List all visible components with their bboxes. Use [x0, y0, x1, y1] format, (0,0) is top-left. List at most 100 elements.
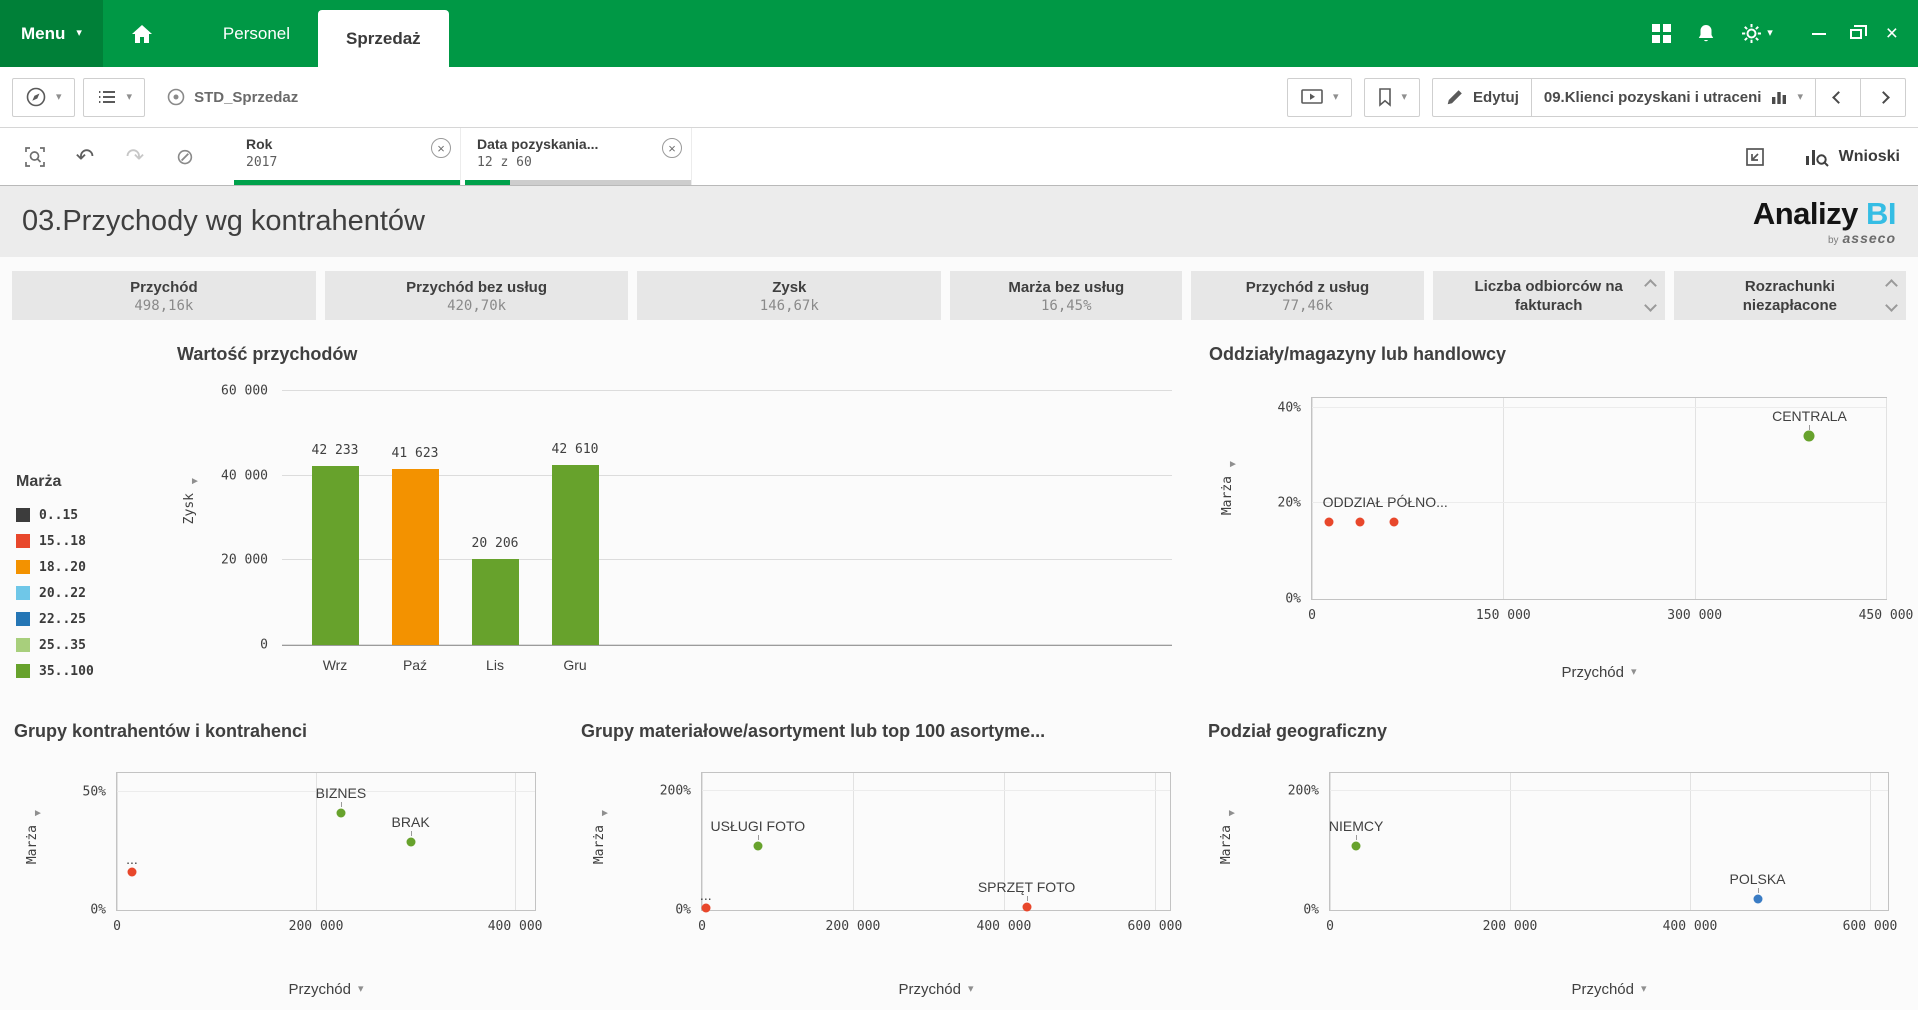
axis-scroll-arrow[interactable]: ►	[190, 476, 200, 487]
x-axis-tick: 200 000	[288, 919, 344, 934]
scatter-point-POLSKA[interactable]	[1753, 894, 1762, 904]
chevron-down-icon[interactable]	[1885, 299, 1898, 312]
edit-button[interactable]: Edytuj	[1432, 77, 1532, 117]
legend-item[interactable]: 20..22	[16, 580, 176, 606]
scatter-plot-area: 0 200 000 400 000 600 000 0% 200% NIEMCY POLSKA	[1288, 772, 1897, 934]
axis-scroll-arrow[interactable]: ►	[1227, 808, 1237, 819]
legend-item[interactable]: 15..18	[16, 528, 176, 554]
logo-accent: BI	[1866, 195, 1897, 231]
window-restore-button[interactable]	[1849, 24, 1867, 39]
kpi-label: Liczba odbiorców na fakturach	[1474, 277, 1623, 314]
kpi-value: 16,45%	[1040, 297, 1092, 314]
scatter-point[interactable]	[1355, 517, 1365, 527]
sheet-title-bar: 03.Przychody wg kontrahentów Analizy BI …	[0, 186, 1918, 257]
window-close-button[interactable]: ×	[1886, 23, 1898, 44]
scatter-point[interactable]	[1389, 517, 1399, 527]
chevron-up-icon[interactable]	[1885, 279, 1898, 292]
bookmarks-button[interactable]: ▾	[1363, 77, 1421, 117]
caret-down-icon: ▾	[1332, 90, 1339, 103]
bar-Wrz[interactable]	[312, 466, 359, 645]
scatter-point-...[interactable]	[127, 867, 137, 877]
chevron-down-icon[interactable]	[1643, 299, 1657, 312]
bar-chart-wartosc-przychodow: Wartość przychodów Marża 0..15 15..18 18..…	[12, 330, 1195, 699]
gridline	[117, 773, 118, 910]
x-axis-dimension-dropdown[interactable]: Przychód ▾	[898, 981, 973, 998]
scatter-point-ODDZIAŁ PÓŁNO...[interactable]	[1324, 517, 1334, 527]
gridline	[852, 773, 854, 910]
chart-title: Grupy materiałowe/asortyment lub top 100…	[581, 721, 1046, 741]
legend-item[interactable]: 18..20	[16, 554, 176, 580]
sheet-list-button[interactable]: ▾	[82, 77, 146, 117]
scatter-point-CENTRALA[interactable]	[1803, 430, 1815, 442]
kpi-label: Przychód bez usług	[406, 278, 547, 296]
gridline	[1503, 398, 1505, 599]
selection-chip-data-pozyskania[interactable]: Data pozyskania... 12 z 60 ×	[465, 128, 692, 185]
x-axis-category: Gru	[563, 657, 587, 673]
scatter-point-SPRZĘT FOTO[interactable]	[1022, 902, 1032, 912]
previous-sheet-button[interactable]	[1815, 77, 1861, 117]
chip-field-value: 12 z 60	[477, 155, 532, 170]
legend-label: 0..15	[39, 507, 79, 523]
bar-Gru[interactable]	[552, 465, 599, 645]
gridline	[1690, 773, 1691, 910]
apps-grid-button[interactable]	[1652, 24, 1672, 43]
y-axis-title: Zysk	[182, 493, 197, 525]
step-forward-selection-button[interactable]: ↷	[110, 128, 160, 185]
tab-personel[interactable]: Personel	[195, 0, 318, 67]
chip-field-name: Data pozyskania...	[477, 136, 599, 152]
legend-item[interactable]: 25..35	[16, 632, 176, 658]
settings-button[interactable]: ▾	[1741, 23, 1773, 44]
gridline	[1154, 773, 1156, 910]
scatter-point-USŁUGI FOTO[interactable]	[753, 841, 763, 851]
menu-button[interactable]: Menu ▾	[0, 0, 103, 67]
chip-close-button[interactable]: ×	[431, 138, 451, 158]
notifications-button[interactable]	[1696, 23, 1716, 44]
legend-label: 18..20	[39, 559, 86, 575]
legend-item[interactable]: 22..25	[16, 606, 176, 632]
axis-scroll-arrow[interactable]: ►	[600, 808, 610, 819]
y-axis-title: Marża	[1220, 476, 1235, 516]
legend-swatch	[16, 560, 30, 574]
selection-chip-rok[interactable]: Rok 2017 ×	[234, 128, 461, 185]
tab-sprzedaz[interactable]: Sprzedaż	[318, 10, 449, 67]
bar-Lis[interactable]	[472, 559, 519, 645]
clear-selections-button[interactable]: ⊘	[160, 128, 210, 185]
y-axis-tick: 40%	[1277, 400, 1301, 416]
x-axis-dimension-dropdown[interactable]: Przychód ▾	[1561, 664, 1636, 681]
x-axis-dimension-dropdown[interactable]: Przychód ▾	[1571, 981, 1646, 998]
app-name[interactable]: STD_Sprzedaz	[167, 88, 298, 106]
x-axis-label: Przychód	[898, 981, 961, 998]
axis-scroll-arrow[interactable]: ►	[33, 808, 43, 819]
caret-down-icon: ▾	[126, 90, 133, 103]
bar-Paź[interactable]	[392, 469, 439, 645]
close-icon: ×	[1885, 22, 1898, 45]
sheet-selector-button[interactable]: 09.Klienci pozyskani i utraceni ▾	[1530, 77, 1816, 117]
scatter-point-BRAK[interactable]	[406, 837, 416, 846]
x-axis-tick: 200 000	[1482, 919, 1538, 934]
insight-advisor-button[interactable]: Wnioski	[1804, 146, 1900, 168]
legend-item[interactable]: 35..100	[16, 658, 176, 684]
app-topbar: Menu ▾ Personel Sprzedaż ▾ ×	[0, 0, 1918, 67]
gridline	[282, 390, 1172, 391]
legend-item[interactable]: 0..15	[16, 502, 176, 528]
chevron-up-icon[interactable]	[1643, 279, 1657, 292]
selection-chips: Rok 2017 × Data pozyskania... 12 z 60 ×	[234, 128, 692, 185]
scatter-point-NIEMCY[interactable]	[1351, 841, 1361, 851]
chart-title: Wartość przychodów	[177, 344, 358, 364]
scatter-point-...[interactable]	[701, 903, 711, 913]
scatter-point-BIZNES[interactable]	[336, 808, 346, 818]
storytelling-button[interactable]: ▾	[1286, 77, 1352, 117]
scatter-chart-grupy-kontrahentow: Grupy kontrahentów i kontrahenci ► Marża…	[12, 711, 552, 1010]
home-button[interactable]	[103, 0, 181, 67]
x-axis-dimension-dropdown[interactable]: Przychód ▾	[288, 981, 363, 998]
axis-scroll-arrow[interactable]: ►	[1228, 459, 1238, 470]
next-sheet-button[interactable]	[1860, 77, 1906, 117]
selections-tool-button[interactable]	[1730, 128, 1780, 185]
navigation-menu-button[interactable]: ▾	[12, 77, 75, 117]
x-axis-label: Przychód	[1571, 981, 1634, 998]
chip-close-button[interactable]: ×	[662, 138, 682, 158]
window-minimize-button[interactable]	[1811, 32, 1826, 35]
chip-field-name: Rok	[246, 136, 273, 152]
step-back-selection-button[interactable]: ↶	[60, 128, 110, 185]
smart-search-button[interactable]	[10, 128, 60, 185]
